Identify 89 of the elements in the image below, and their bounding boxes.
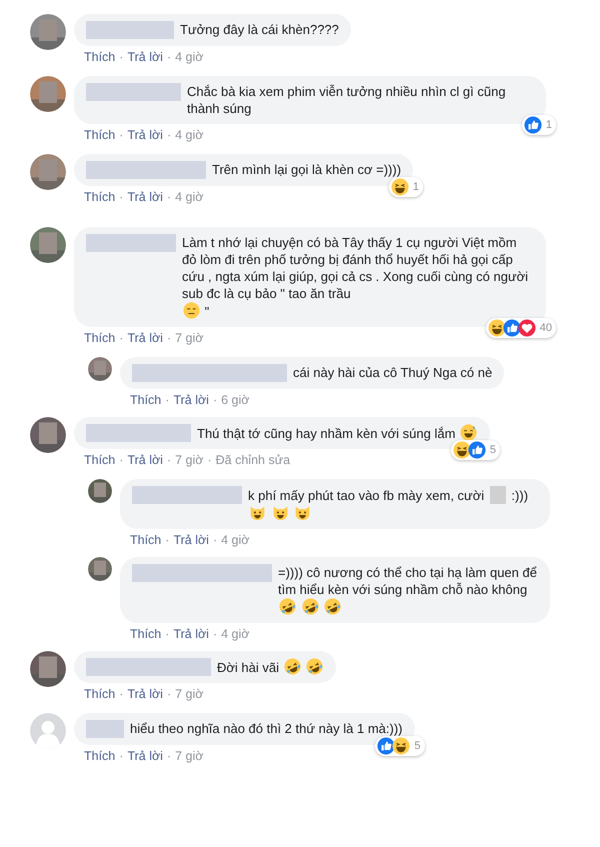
like-reaction-icon	[468, 441, 486, 459]
comment-text: "	[204, 303, 210, 320]
separator: ·	[119, 453, 124, 467]
separator: ·	[119, 331, 124, 345]
reply-link[interactable]: Trả lời	[127, 50, 163, 64]
separator: ·	[119, 128, 124, 142]
separator: ·	[119, 50, 124, 64]
separator: ·	[166, 687, 172, 701]
separator: ·	[166, 749, 172, 763]
like-reaction-icon	[524, 116, 542, 134]
rofl-emoji-icon	[284, 658, 301, 675]
redacted-name	[86, 720, 124, 738]
reply-link[interactable]: Trả lời	[127, 453, 163, 467]
separator: ·	[212, 393, 218, 407]
like-link[interactable]: Thích	[84, 331, 116, 345]
love-reaction-icon	[518, 319, 536, 337]
avatar	[88, 479, 112, 503]
reaction-count: 5	[414, 738, 420, 754]
reaction-count: 5	[490, 442, 496, 458]
reaction-count: 1	[546, 118, 552, 133]
comment-text: Đời hài vãi	[217, 659, 279, 676]
expressionless-emoji-icon	[183, 302, 200, 319]
like-link[interactable]: Thích	[84, 749, 116, 763]
reply-link[interactable]: Trả lời	[127, 128, 163, 142]
separator: ·	[207, 453, 212, 467]
cat-face-emoji-icon	[249, 504, 266, 521]
like-link[interactable]: Thích	[130, 627, 162, 641]
like-reaction-icon	[502, 319, 521, 337]
separator: ·	[165, 627, 170, 641]
like-link[interactable]: Thích	[84, 453, 116, 467]
reply-link[interactable]: Trả lời	[127, 687, 163, 701]
reply-link[interactable]: Trả lời	[173, 627, 209, 641]
like-link[interactable]: Thích	[130, 393, 162, 407]
haha-reaction-icon	[488, 319, 506, 337]
separator: ·	[212, 533, 218, 547]
avatar	[30, 651, 66, 687]
rofl-emoji-icon	[279, 598, 296, 615]
comment-text: Thú thật tớ cũng hay nhầm kèn với súng lắm	[197, 425, 456, 442]
reaction-count: 1	[412, 180, 420, 195]
comment-text: Chắc bà kia xem phim viễn tưởng nhiều nhìn cl gì cũng thành súng	[187, 83, 507, 117]
comment-text: Tưởng đây là cái khèn????	[180, 21, 339, 38]
cat-face-emoji-icon	[272, 504, 289, 521]
separator: ·	[166, 190, 172, 204]
comment-text: k phí mấy phút tao vào fb mày xem, cười	[248, 487, 484, 504]
comment-text: Làm t nhớ lại chuyện có bà Tây thấy 1 cụ người Việt mồm đỏ lòm đi trên phố tưởng bị đánh thổ huyết hối hả gọi cấp cứu , ngta xúm lại giúp, gọi cả cs . Xong cuối cùng có người sub đc là cụ bảo " tao ăn trầu	[182, 234, 530, 302]
avatar	[88, 557, 112, 581]
avatar	[30, 227, 66, 263]
redacted-name	[490, 486, 506, 504]
avatar	[30, 417, 66, 453]
rofl-emoji-icon	[302, 598, 319, 615]
reaction-count: 40	[540, 320, 552, 336]
avatar	[30, 76, 66, 112]
rofl-emoji-icon	[324, 598, 342, 615]
comment-text: hiểu theo nghĩa nào đó thì 2 thứ này là 1 mà:)))	[130, 720, 402, 737]
avatar	[88, 357, 112, 381]
avatar	[30, 713, 66, 749]
separator: ·	[166, 453, 172, 467]
separator: ·	[165, 533, 170, 547]
reply-link[interactable]: Trả lời	[127, 331, 163, 345]
haha-reaction-icon	[392, 737, 410, 755]
comment-text: cái này hài của cô Thuý Nga có nè	[293, 364, 492, 381]
separator: ·	[166, 331, 172, 345]
separator: ·	[165, 393, 170, 407]
comment-text: :)))	[511, 487, 528, 504]
like-link[interactable]: Thích	[130, 533, 162, 547]
separator: ·	[166, 50, 172, 64]
separator: ·	[212, 627, 218, 641]
like-link[interactable]: Thích	[84, 50, 116, 64]
cat-face-emoji-icon	[294, 504, 312, 521]
reply-link[interactable]: Trả lời	[173, 393, 209, 407]
reply-link[interactable]: Trả lời	[173, 533, 209, 547]
like-link[interactable]: Thích	[84, 190, 116, 204]
sweat-smile-emoji-icon	[460, 424, 478, 441]
avatar	[30, 154, 66, 190]
reply-link[interactable]: Trả lời	[127, 749, 163, 763]
haha-reaction-icon	[452, 441, 471, 459]
like-link[interactable]: Thích	[84, 128, 116, 142]
separator: ·	[166, 128, 172, 142]
reply-link[interactable]: Trả lời	[127, 190, 163, 204]
avatar	[30, 14, 66, 50]
haha-reaction-icon	[390, 178, 409, 196]
rofl-emoji-icon	[306, 658, 324, 675]
comment-text: Trên mình lại gọi là khèn cơ =))))	[212, 161, 402, 178]
separator: ·	[119, 749, 124, 763]
like-reaction-icon	[377, 737, 396, 755]
comment-text: =)))) cô nương có thể cho tại hạ làm quen để tìm hiểu kèn với súng nhầm chỗ nào không	[278, 564, 538, 598]
separator: ·	[119, 687, 124, 701]
separator: ·	[119, 190, 124, 204]
like-link[interactable]: Thích	[84, 687, 116, 701]
